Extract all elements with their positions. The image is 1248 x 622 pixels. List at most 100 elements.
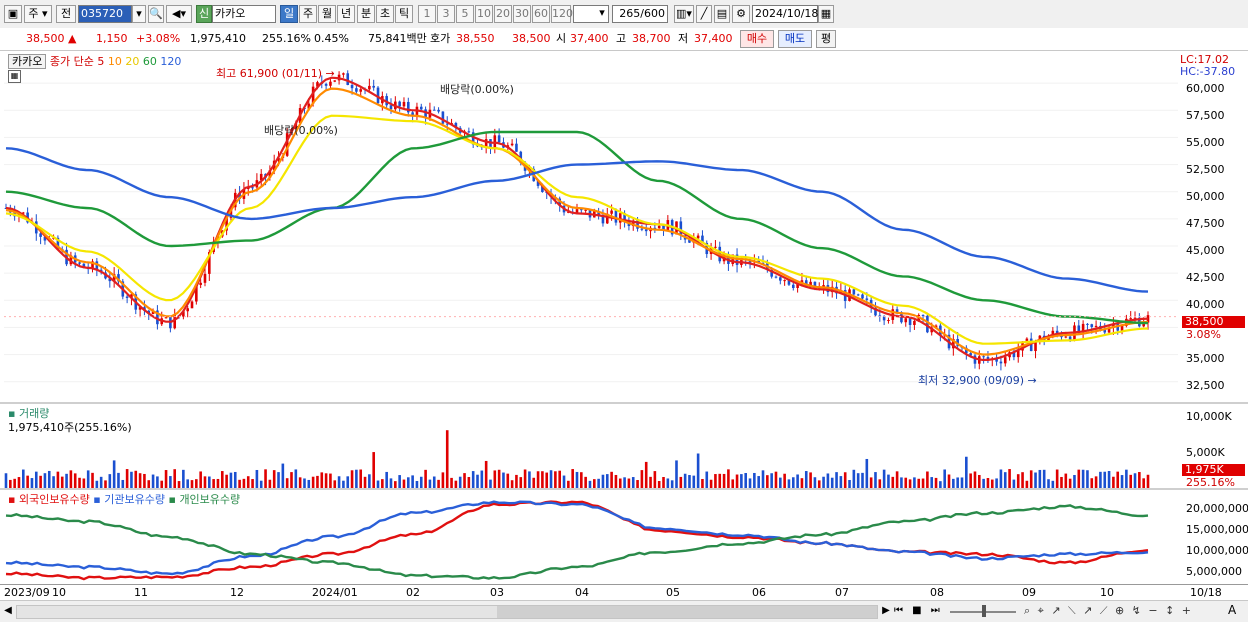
- buy-button[interactable]: 매수: [740, 30, 774, 48]
- price-chart-canvas[interactable]: [4, 52, 1178, 402]
- volume-bar: [476, 474, 479, 488]
- candle-type-icon[interactable]: ▥▾: [674, 5, 694, 23]
- draw-tool-icon[interactable]: ╱: [696, 5, 712, 23]
- quote-ask2: 38,500: [512, 32, 551, 45]
- scroll-thumb[interactable]: [497, 606, 877, 618]
- volume-bar: [843, 472, 847, 488]
- font-size-icon[interactable]: A: [1228, 603, 1236, 618]
- scroll-left-icon[interactable]: ◀: [2, 604, 14, 618]
- minute-1[interactable]: 1: [418, 5, 436, 23]
- scroll-right-icon[interactable]: ▶: [880, 604, 892, 618]
- minute-20[interactable]: 20: [494, 5, 512, 23]
- volume-bar: [774, 471, 778, 488]
- volume-bar: [1094, 476, 1098, 488]
- volume-bar: [753, 472, 756, 488]
- volume-bar: [251, 479, 254, 488]
- sell-button[interactable]: 매도: [778, 30, 812, 48]
- count-value: 265: [619, 7, 641, 20]
- minute-5[interactable]: 5: [456, 5, 474, 23]
- volume-bar: [411, 475, 414, 488]
- stock-name-field[interactable]: 카카오: [212, 5, 276, 23]
- volume-bar: [692, 475, 696, 488]
- period-label: 주: [28, 7, 39, 20]
- volume-bar: [731, 479, 735, 488]
- grid-toggle-icon[interactable]: ▦: [8, 70, 21, 83]
- volume-bar: [506, 473, 510, 488]
- interval-day[interactable]: 일: [280, 5, 298, 23]
- interval-year[interactable]: 년: [337, 5, 355, 23]
- volume-bar: [934, 477, 938, 488]
- holding-panel[interactable]: ▪ 외국인보유수량 ▪ 기관보유수량 ▪ 개인보유수량: [4, 490, 1178, 584]
- volume-bar: [424, 469, 427, 488]
- tool-icons[interactable]: ⌕ ⌖ ↗ ⟍ ↗ ⟋ ⊕ ↯ − ↕ +: [1024, 603, 1193, 618]
- interval-minute[interactable]: 분: [357, 5, 375, 23]
- eval-button[interactable]: 평: [816, 30, 836, 48]
- count-field[interactable]: 265/600: [612, 5, 668, 23]
- playback-controls[interactable]: ⏮ ■ ⏭: [894, 604, 943, 618]
- price-panel[interactable]: 카카오 종가 단순 5 10 20 60 120 ▦ 최고 61,900 (01…: [4, 52, 1178, 402]
- volume-bar: [1142, 478, 1145, 488]
- volume-bar: [242, 478, 246, 488]
- volume-bar: [653, 471, 657, 488]
- volume-bar: [999, 469, 1003, 488]
- volume-bar: [489, 479, 492, 488]
- minute-120[interactable]: 120: [551, 5, 573, 23]
- calendar-icon[interactable]: ▦: [818, 5, 834, 23]
- prev-button[interactable]: 전: [56, 5, 76, 23]
- minute-30[interactable]: 30: [513, 5, 531, 23]
- search-icon[interactable]: 🔍: [148, 5, 164, 23]
- save-icon[interactable]: ▤: [714, 5, 730, 23]
- interval-second[interactable]: 초: [376, 5, 394, 23]
- ma-line-10: [5, 87, 1149, 356]
- minute-3[interactable]: 3: [437, 5, 455, 23]
- volume-bar: [138, 473, 142, 488]
- current-price-pct: 3.08%: [1186, 328, 1221, 341]
- candle-body: [432, 109, 436, 111]
- interval-month[interactable]: 월: [318, 5, 336, 23]
- scroll-track[interactable]: [16, 605, 878, 619]
- period-select[interactable]: 주 ▾: [24, 5, 52, 23]
- volume-bar: [766, 475, 769, 488]
- volume-bar: [536, 471, 540, 488]
- y-tick: 40,000: [1186, 298, 1225, 311]
- volume-bar: [895, 471, 899, 488]
- stock-tab[interactable]: 카카오: [8, 54, 47, 69]
- volume-bar: [580, 472, 583, 488]
- date-field[interactable]: 2024/10/18: [752, 5, 818, 23]
- volume-bar: [225, 474, 228, 488]
- volume-bar: [913, 477, 916, 488]
- volume-bar: [921, 478, 925, 488]
- stock-code-input[interactable]: 035720: [78, 5, 132, 23]
- code-dropdown-icon[interactable]: ▾: [132, 5, 146, 23]
- volume-bar: [9, 479, 12, 488]
- volume-bar: [649, 476, 652, 488]
- volume-bar: [13, 478, 16, 488]
- interval-tick[interactable]: 틱: [395, 5, 413, 23]
- speaker-icon[interactable]: ◀▾: [166, 5, 192, 23]
- zoom-slider-handle[interactable]: [982, 605, 986, 617]
- volume-panel[interactable]: ▪ 거래량 1,975,410주(255.16%): [4, 404, 1178, 488]
- gear-icon[interactable]: ⚙: [732, 5, 750, 23]
- volume-current-tag: 1,975K: [1182, 464, 1245, 476]
- volume-bar: [601, 474, 605, 488]
- top-toolbar: ▣ 주 ▾ 전 035720 ▾ 🔍 ◀▾ 신 카카오 일 주 월 년 분 초 …: [0, 0, 1248, 29]
- candle-body: [190, 301, 194, 309]
- volume-bar: [381, 479, 384, 488]
- volume-bar: [156, 476, 159, 488]
- volume-bar: [636, 480, 639, 488]
- volume-chart-canvas[interactable]: [4, 404, 1178, 488]
- volume-bar: [960, 477, 964, 488]
- volume-bar: [683, 473, 687, 488]
- date-label: 10: [52, 586, 66, 599]
- custom-dropdown-icon[interactable]: ▾: [596, 5, 608, 23]
- candle-body: [342, 73, 345, 75]
- interval-week[interactable]: 주: [299, 5, 317, 23]
- window-icon[interactable]: ▣: [4, 5, 22, 23]
- volume-bar: [130, 471, 133, 488]
- candle-body: [982, 356, 985, 358]
- volume-bar: [839, 476, 843, 488]
- date-label: 07: [835, 586, 849, 599]
- minute-10[interactable]: 10: [475, 5, 493, 23]
- candle-body: [1003, 357, 1007, 364]
- minute-60[interactable]: 60: [532, 5, 550, 23]
